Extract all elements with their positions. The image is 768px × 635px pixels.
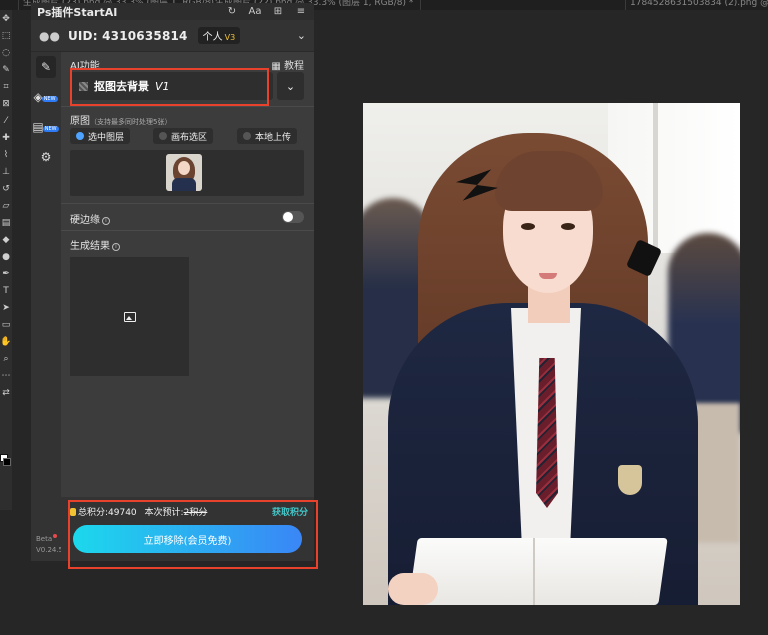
panel-titlebar: Ps插件StartAI ↻ Aa ⊞ ≡ (31, 3, 314, 20)
plugin-sidenav: ✎ ◈ NEW ▤ NEW ⚙ Beta V0.24.5 (31, 52, 63, 561)
chevron-down-icon[interactable]: ⌄ (297, 29, 306, 42)
chevron-down-icon[interactable]: ⌄ (277, 72, 304, 100)
hard-edge-label: 硬边缘 i (70, 211, 110, 226)
eraser-tool-icon[interactable]: ▱ (0, 197, 12, 214)
photo-window-frame (653, 103, 658, 253)
photo-hand (388, 573, 438, 605)
crop-tool-icon[interactable]: ⌗ (0, 78, 12, 95)
marquee-tool-icon[interactable]: ⬚ (0, 27, 12, 44)
thumb-face (178, 161, 190, 175)
photo-emblem (618, 465, 642, 495)
swap-colors-icon[interactable]: ⇄ (0, 384, 12, 401)
mode-canvas-selection[interactable]: 画布选区 (153, 128, 214, 144)
plan-badge: 个人 V3 (197, 27, 241, 44)
photo-book-spine (533, 538, 535, 605)
gear-icon: ⚙ (40, 150, 52, 164)
document-icon: ▤ (32, 120, 44, 134)
mode-local-upload[interactable]: 本地上传 (237, 128, 298, 144)
more-tools-icon[interactable]: ⋯ (0, 367, 12, 384)
users-icon: ●● (39, 28, 60, 43)
panel-content: AI功能 ▦ 教程 抠图去背景 V1 ⌄ 原图（支持最多同时处理5张） 选中图层… (61, 52, 314, 561)
source-label: 原图（支持最多同时处理5张） (70, 112, 171, 127)
result-title: 生成结果 (70, 241, 110, 252)
healing-tool-icon[interactable]: ✚ (0, 129, 12, 146)
radio-icon (243, 132, 251, 140)
pin-icon[interactable]: ⊞ (271, 6, 285, 17)
panel-title: Ps插件StartAI (37, 5, 118, 19)
divider (61, 230, 314, 231)
path-select-tool-icon[interactable]: ➤ (0, 299, 12, 316)
pen-icon: ✎ (40, 60, 52, 74)
version-info: Beta V0.24.5 (36, 534, 63, 556)
source-thumbnail[interactable] (166, 154, 202, 191)
hand-tool-icon[interactable]: ✋ (0, 333, 12, 350)
mode-label: 选中图层 (88, 132, 125, 143)
beta-dot (53, 534, 58, 538)
quick-select-tool-icon[interactable]: ✎ (0, 61, 12, 78)
background-color-swatch[interactable] (3, 458, 11, 466)
tutorial-link[interactable]: ▦ 教程 (271, 57, 304, 72)
zoom-tool-icon[interactable]: ⌕ (0, 350, 12, 367)
pen-tool-icon[interactable]: ✒ (0, 265, 12, 282)
plan-name: 个人 (202, 32, 223, 43)
beta-label: Beta (36, 535, 53, 543)
photo-book (408, 538, 668, 605)
info-icon[interactable]: i (102, 217, 110, 225)
stamp-tool-icon[interactable]: ⊥ (0, 163, 12, 180)
radio-icon (159, 132, 167, 140)
mode-label: 本地上传 (255, 132, 292, 143)
result-label: 生成结果 i (70, 237, 120, 252)
nav-layers[interactable]: ◈ NEW (31, 82, 61, 112)
refresh-icon[interactable]: ↻ (225, 6, 239, 17)
new-badge: NEW (41, 96, 58, 102)
history-brush-icon[interactable]: ↺ (0, 180, 12, 197)
dodge-tool-icon[interactable]: ● (0, 248, 12, 265)
font-size-icon[interactable]: Aa (248, 6, 262, 17)
version-label: V0.24.5 (36, 546, 64, 554)
eyedropper-tool-icon[interactable]: ⁄ (0, 112, 12, 129)
highlight-box-function (70, 68, 269, 106)
book-icon: ▦ (271, 61, 284, 72)
thumb-body (172, 178, 196, 191)
source-hint: （支持最多同时处理5张） (90, 118, 172, 126)
divider (61, 106, 314, 107)
nav-ai-function[interactable]: ✎ (31, 52, 61, 82)
hard-edge-toggle[interactable] (282, 211, 304, 223)
divider (61, 203, 314, 204)
source-title: 原图 (70, 116, 90, 127)
nav-document[interactable]: ▤ NEW (31, 112, 61, 142)
canvas-image[interactable] (363, 103, 740, 605)
blur-tool-icon[interactable]: ◆ (0, 231, 12, 248)
brush-tool-icon[interactable]: ⌇ (0, 146, 12, 163)
photo-tie (536, 358, 558, 508)
move-tool-icon[interactable]: ✥ (0, 10, 12, 27)
hard-edge-title: 硬边缘 (70, 215, 100, 226)
info-icon[interactable]: i (112, 243, 120, 251)
user-id: UID: 4310635814 (67, 28, 188, 43)
nav-settings[interactable]: ⚙ (31, 142, 61, 172)
lasso-tool-icon[interactable]: ◌ (0, 44, 12, 61)
frame-tool-icon[interactable]: ⊠ (0, 95, 12, 112)
type-tool-icon[interactable]: T (0, 282, 12, 299)
new-badge: NEW (42, 126, 59, 132)
photo-bangs (495, 151, 603, 211)
shape-tool-icon[interactable]: ▭ (0, 316, 12, 333)
radio-checked-icon (76, 132, 84, 140)
gradient-tool-icon[interactable]: ▤ (0, 214, 12, 231)
document-tab[interactable]: 1784528631503834 (2).png @ 3 (625, 0, 768, 10)
mode-selected-layer[interactable]: 选中图层 (70, 128, 131, 144)
user-bar[interactable]: ●● UID: 4310635814 个人 V3 ⌄ (31, 20, 314, 52)
photo-eye (561, 223, 575, 230)
ps-toolbar: ✥ ⬚ ◌ ✎ ⌗ ⊠ ⁄ ✚ ⌇ ⊥ ↺ ▱ ▤ ◆ ● ✒ T ➤ ▭ ✋ … (0, 10, 12, 510)
source-image-box[interactable] (70, 150, 304, 196)
result-image-box (70, 257, 189, 376)
photo-eye (521, 223, 535, 230)
image-placeholder-icon (123, 311, 136, 322)
mode-label: 画布选区 (171, 132, 208, 143)
plan-level: V3 (224, 33, 236, 42)
tutorial-label: 教程 (284, 61, 304, 72)
highlight-box-action (68, 500, 318, 569)
document-tab[interactable] (420, 0, 625, 10)
menu-icon[interactable]: ≡ (294, 6, 308, 17)
